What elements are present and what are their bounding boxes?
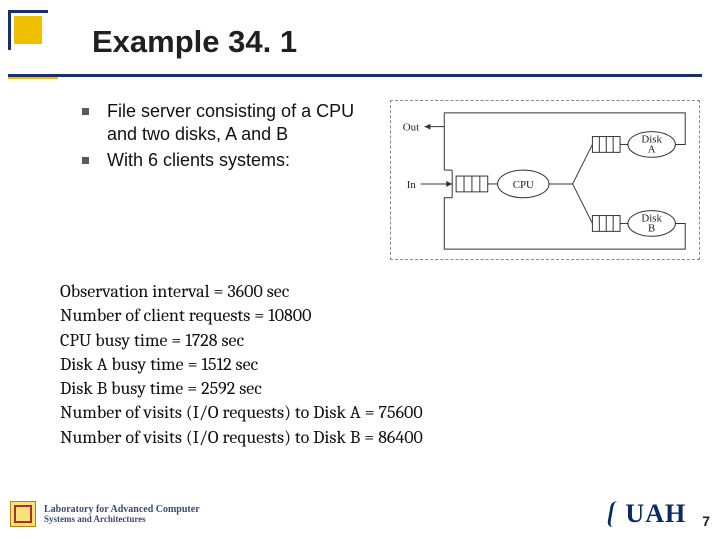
observation-line: Number of visits (I/O requests) to Disk … — [60, 401, 423, 425]
bullet-text: With 6 clients systems: — [107, 149, 290, 172]
observation-line: CPU busy time = 1728 sec — [60, 329, 423, 353]
title-divider — [8, 74, 702, 77]
bullet-item: File server consisting of a CPU and two … — [82, 100, 382, 145]
observation-line: Number of client requests = 10800 — [60, 304, 423, 328]
observations-block: Observation interval = 3600 sec Number o… — [60, 280, 423, 450]
lab-badge: Laboratory for Advanced Computer Systems… — [10, 501, 200, 527]
arrow-right-icon — [446, 181, 452, 187]
queueing-diagram: Out In CPU — [390, 100, 700, 260]
bullet-icon — [82, 108, 89, 115]
observation-line: Disk A busy time = 1512 sec — [60, 353, 423, 377]
logo-swoosh-icon — [607, 501, 618, 527]
lab-name-line2: Systems and Architectures — [44, 515, 200, 524]
corner-decoration — [8, 10, 48, 50]
page-number: 7 — [702, 513, 710, 529]
slide-title: Example 34. 1 — [92, 24, 297, 60]
observation-line: Number of visits (I/O requests) to Disk … — [60, 426, 423, 450]
university-logo: UAH 7 — [609, 499, 710, 529]
diagram-disk-a-label: DiskA — [641, 133, 662, 155]
arrow-left-icon — [425, 124, 431, 130]
diagram-disk-b-label: DiskB — [641, 212, 662, 234]
lab-name-line1: Laboratory for Advanced Computer — [44, 505, 200, 515]
bullet-icon — [82, 157, 89, 164]
bullet-list: File server consisting of a CPU and two … — [82, 100, 382, 260]
slide-footer: Laboratory for Advanced Computer Systems… — [10, 496, 710, 532]
title-divider-accent — [8, 77, 58, 79]
bullet-item: With 6 clients systems: — [82, 149, 382, 172]
observation-line: Disk B busy time = 2592 sec — [60, 377, 423, 401]
diagram-cpu-label: CPU — [513, 179, 534, 191]
university-name: UAH — [625, 499, 686, 529]
observation-line: Observation interval = 3600 sec — [60, 280, 423, 304]
diagram-out-label: Out — [403, 122, 419, 134]
bullet-text: File server consisting of a CPU and two … — [107, 100, 382, 145]
diagram-in-label: In — [407, 179, 417, 191]
content-row: File server consisting of a CPU and two … — [82, 100, 700, 260]
lab-icon — [10, 501, 36, 527]
